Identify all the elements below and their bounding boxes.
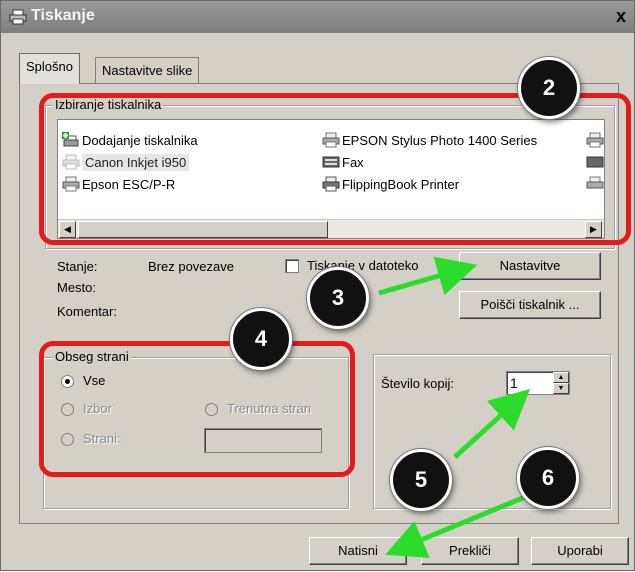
fax-icon (586, 154, 604, 173)
list-item-label: Canon Inkjet i950 (82, 153, 190, 171)
printer-icon (9, 9, 27, 28)
printer-icon (322, 132, 340, 151)
window-title: Tiskanje (31, 7, 95, 24)
copies-stepper[interactable]: 1 ▲ ▼ (506, 371, 570, 395)
horizontal-scrollbar[interactable]: ◀ ▶ (58, 219, 604, 238)
printer-icon (586, 132, 604, 151)
tab-nastavitve-slike[interactable]: Nastavitve slike (95, 57, 200, 83)
scroll-thumb[interactable] (78, 221, 328, 238)
callout-badge-6: 6 (517, 447, 579, 509)
radio-current-page[interactable] (205, 403, 218, 416)
add-printer-icon (62, 132, 80, 151)
list-item-overflow-1[interactable] (586, 132, 604, 151)
spin-up-button[interactable]: ▲ (553, 372, 569, 383)
list-item-overflow-2[interactable] (586, 154, 604, 173)
list-item-add-printer[interactable]: Dodajanje tiskalnika (62, 132, 198, 151)
radio-selection[interactable] (61, 403, 74, 416)
list-item-flippingbook[interactable]: FlippingBook Printer (322, 176, 459, 195)
scroll-left-button[interactable]: ◀ (59, 221, 76, 238)
list-item-fax[interactable]: Fax (322, 154, 364, 173)
pages-input[interactable] (204, 428, 322, 453)
tab-splosno[interactable]: Splošno (19, 53, 80, 84)
radio-selection-label: Izbor (83, 401, 112, 416)
printer-list[interactable]: Dodajanje tiskalnika EPSON Stylus Photo … (57, 119, 605, 239)
callout-badge-2: 2 (518, 57, 580, 119)
radio-current-page-label: Trenutna stran (227, 401, 312, 416)
list-item-epson-escpr[interactable]: Epson ESC/P-R (62, 176, 175, 195)
list-item-label: Dodajanje tiskalnika (82, 132, 198, 148)
printer-icon (62, 176, 80, 195)
spin-down-button[interactable]: ▼ (553, 383, 569, 394)
find-printer-button[interactable]: Poišči tiskalnik ... (459, 291, 601, 319)
radio-pages[interactable] (61, 433, 74, 446)
page-range-label: Obseg strani (53, 349, 131, 364)
location-label: Mesto: (57, 280, 97, 295)
list-item-overflow-3[interactable] (586, 176, 604, 195)
comment-label: Komentar: (57, 304, 117, 319)
radio-all-label: Vse (83, 373, 106, 388)
status-value: Brez povezave (148, 259, 234, 274)
print-dialog: Tiskanje x Splošno Nastavitve slike Izbi… (0, 0, 635, 571)
apply-button[interactable]: Uporabi (531, 537, 629, 565)
status-label: Stanje: (57, 259, 98, 274)
print-to-file-checkbox[interactable] (285, 259, 299, 273)
radio-all[interactable] (61, 375, 74, 388)
printer-icon (586, 176, 604, 195)
list-item-label: EPSON Stylus Photo 1400 Series (342, 132, 538, 148)
title-bar: Tiskanje x (1, 1, 634, 33)
copies-label: Število kopij: (381, 376, 454, 391)
cancel-button[interactable]: Prekliči (421, 537, 519, 565)
callout-badge-3: 3 (307, 267, 369, 329)
close-button[interactable]: x (610, 5, 632, 27)
print-button[interactable]: Natisni (309, 537, 407, 565)
list-item-label: Epson ESC/P-R (82, 176, 176, 192)
printer-icon (62, 154, 80, 173)
properties-button[interactable]: Nastavitve (459, 252, 601, 280)
list-item-epson-stylus[interactable]: EPSON Stylus Photo 1400 Series (322, 132, 537, 151)
fax-icon (322, 154, 340, 173)
list-item-label: FlippingBook Printer (342, 176, 460, 192)
list-item-label: Fax (342, 154, 364, 170)
printer-group-label: Izbiranje tiskalnika (53, 97, 164, 112)
copies-value: 1 (510, 375, 518, 391)
radio-pages-label: Strani: (83, 431, 121, 446)
callout-badge-5: 5 (390, 449, 452, 511)
callout-badge-4: 4 (230, 308, 292, 370)
printer-icon (322, 176, 340, 195)
scroll-right-button[interactable]: ▶ (585, 221, 602, 238)
list-item-canon[interactable]: Canon Inkjet i950 (62, 153, 190, 173)
